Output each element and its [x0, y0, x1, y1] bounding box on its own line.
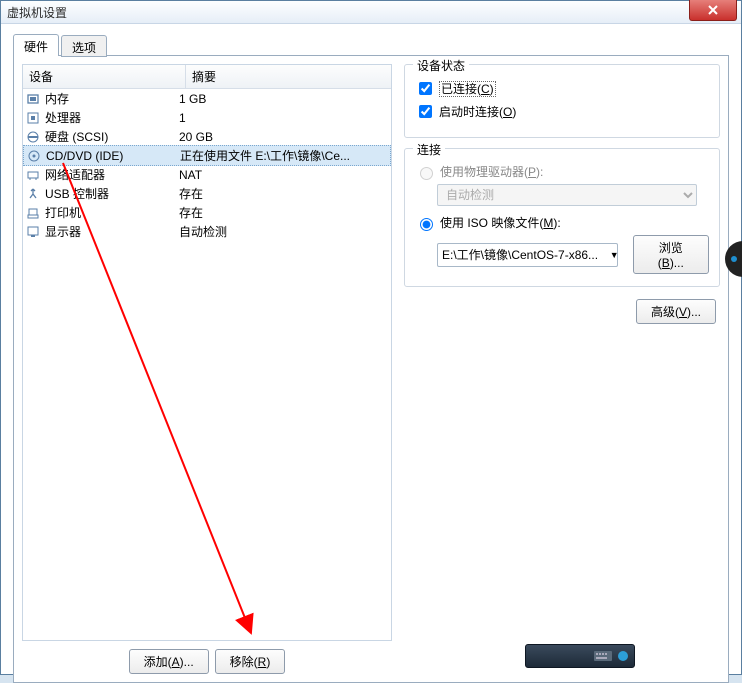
hardware-row[interactable]: 打印机存在 — [23, 203, 391, 222]
device-name: 网络适配器 — [43, 166, 177, 183]
device-name: 硬盘 (SCSI) — [43, 128, 177, 145]
window-title: 虚拟机设置 — [7, 4, 67, 21]
hardware-row[interactable]: 网络适配器NAT — [23, 165, 391, 184]
keyboard-icon — [594, 651, 612, 661]
device-status-group: 设备状态 已连接(C) 启动时连接(O) — [404, 64, 720, 138]
use-physical-radio[interactable] — [420, 167, 433, 180]
use-physical-label: 使用物理驱动器(P): — [440, 163, 543, 180]
dialog-body: 硬件 选项 设备 摘要 内存1 GB处理器1硬盘 (SCSI)20 GBCD/D… — [1, 24, 741, 675]
advanced-button[interactable]: 高级(V)... — [636, 299, 716, 324]
device-summary: NAT — [177, 168, 391, 182]
use-iso-radio[interactable] — [420, 218, 433, 231]
device-summary: 存在 — [177, 204, 391, 221]
taskbar-chip — [525, 644, 635, 668]
hardware-row[interactable]: 显示器自动检测 — [23, 222, 391, 241]
device-status-title: 设备状态 — [413, 57, 469, 74]
hardware-row[interactable]: 硬盘 (SCSI)20 GB — [23, 127, 391, 146]
hardware-right-column: 设备状态 已连接(C) 启动时连接(O) 连接 使用物理驱动器(P): — [404, 64, 720, 674]
device-icon — [23, 111, 43, 125]
hardware-row[interactable]: CD/DVD (IDE)正在使用文件 E:\工作\镜像\Ce... — [23, 145, 391, 166]
add-hardware-button[interactable]: 添加(A)... — [129, 649, 209, 674]
device-icon — [23, 206, 43, 220]
hardware-list[interactable]: 设备 摘要 内存1 GB处理器1硬盘 (SCSI)20 GBCD/DVD (ID… — [22, 64, 392, 641]
device-name: 打印机 — [43, 204, 177, 221]
close-button[interactable] — [689, 0, 737, 21]
device-summary: 正在使用文件 E:\工作\镜像\Ce... — [178, 147, 390, 164]
hardware-row[interactable]: 处理器1 — [23, 108, 391, 127]
device-icon — [23, 168, 43, 182]
device-summary: 存在 — [177, 185, 391, 202]
hardware-row[interactable]: 内存1 GB — [23, 89, 391, 108]
device-icon — [23, 92, 43, 106]
connect-at-power-label[interactable]: 启动时连接(O) — [439, 103, 516, 120]
device-icon — [24, 149, 44, 163]
hardware-button-row: 添加(A)... 移除(R) — [22, 641, 392, 674]
tab-options[interactable]: 选项 — [61, 35, 107, 57]
vm-settings-window: 虚拟机设置 硬件 选项 设备 摘要 内存1 GB处理器1硬盘 (SCSI)20 … — [0, 0, 742, 675]
connection-group: 连接 使用物理驱动器(P): 自动检测 使用 ISO 映像文件(M): — [404, 148, 720, 287]
tab-panel: 设备 摘要 内存1 GB处理器1硬盘 (SCSI)20 GBCD/DVD (ID… — [13, 55, 729, 683]
device-summary: 自动检测 — [177, 223, 391, 240]
device-name: 处理器 — [43, 109, 177, 126]
titlebar: 虚拟机设置 — [1, 1, 741, 24]
device-icon — [23, 130, 43, 144]
use-iso-label[interactable]: 使用 ISO 映像文件(M): — [440, 214, 561, 231]
close-icon — [708, 5, 718, 15]
status-dot-icon — [618, 651, 628, 661]
connect-at-power-checkbox[interactable] — [419, 105, 432, 118]
device-summary: 1 — [177, 111, 391, 125]
tab-strip: 硬件 选项 — [13, 34, 729, 56]
device-name: USB 控制器 — [43, 185, 177, 202]
connected-label[interactable]: 已连接(C) — [439, 80, 496, 97]
hardware-row[interactable]: USB 控制器存在 — [23, 184, 391, 203]
hardware-list-header: 设备 摘要 — [23, 65, 391, 89]
remove-hardware-button[interactable]: 移除(R) — [215, 649, 286, 674]
physical-drive-select: 自动检测 — [437, 184, 697, 206]
hardware-left-column: 设备 摘要 内存1 GB处理器1硬盘 (SCSI)20 GBCD/DVD (ID… — [22, 64, 392, 674]
device-summary: 1 GB — [177, 92, 391, 106]
connected-checkbox[interactable] — [419, 82, 432, 95]
col-header-summary: 摘要 — [186, 65, 391, 88]
iso-path-input[interactable] — [437, 243, 618, 267]
device-name: CD/DVD (IDE) — [44, 149, 178, 163]
connection-title: 连接 — [413, 141, 445, 158]
device-icon — [23, 225, 43, 239]
device-summary: 20 GB — [177, 130, 391, 144]
tab-hardware[interactable]: 硬件 — [13, 34, 59, 56]
device-name: 显示器 — [43, 223, 177, 240]
device-icon — [23, 187, 43, 201]
device-name: 内存 — [43, 90, 177, 107]
col-header-device: 设备 — [23, 65, 186, 88]
side-handle-dot-icon — [731, 256, 737, 262]
browse-button[interactable]: 浏览(B)... — [633, 235, 709, 274]
